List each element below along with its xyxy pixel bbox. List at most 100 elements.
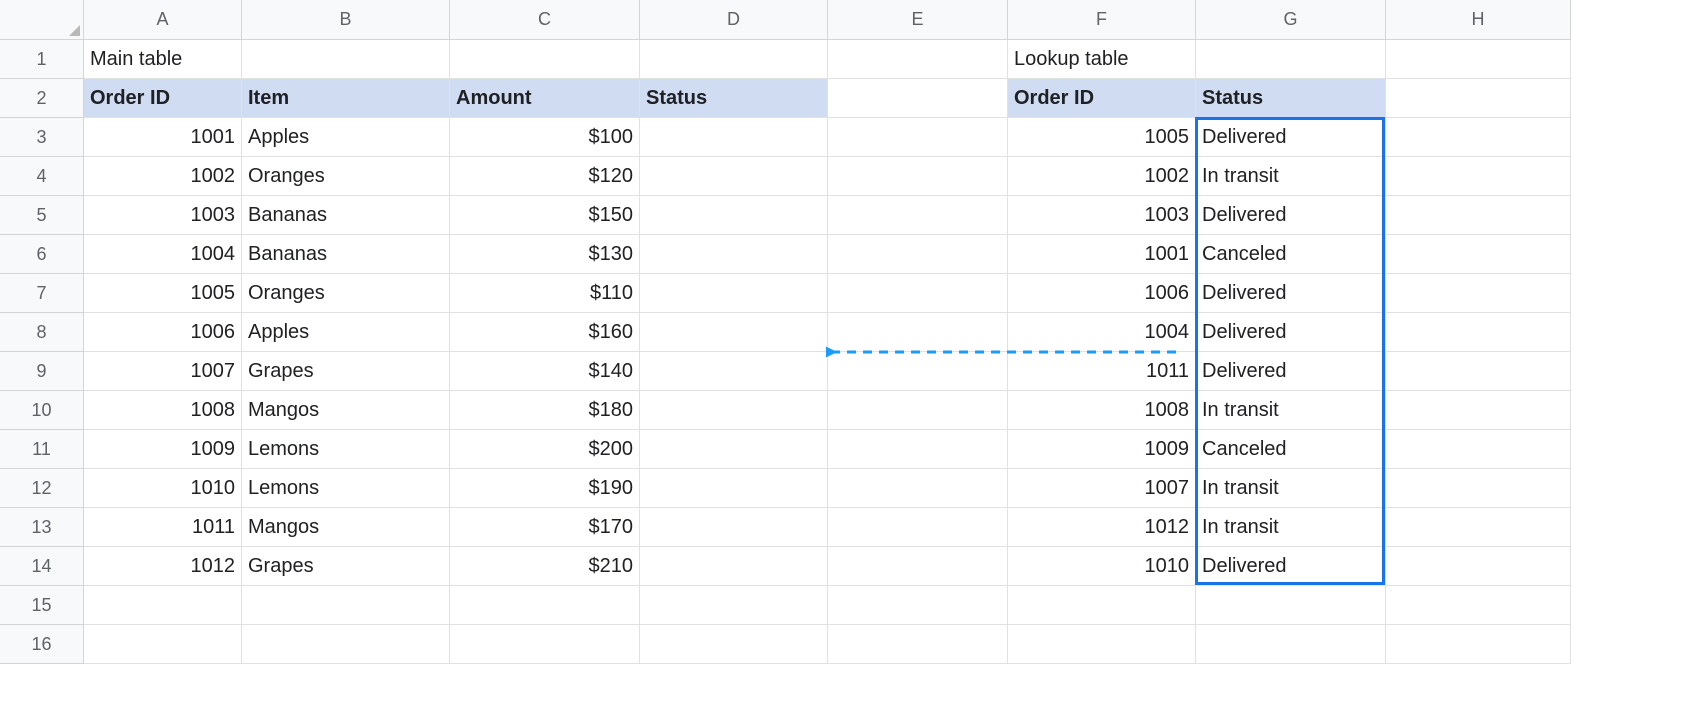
cell-B11[interactable]: Lemons — [242, 430, 450, 469]
cell-A8[interactable]: 1006 — [84, 313, 242, 352]
cell-G6[interactable]: Canceled — [1196, 235, 1386, 274]
cell-D11[interactable] — [640, 430, 828, 469]
cell-H13[interactable] — [1386, 508, 1571, 547]
cell-F16[interactable] — [1008, 625, 1196, 664]
cell-H8[interactable] — [1386, 313, 1571, 352]
cell-F10[interactable]: 1008 — [1008, 391, 1196, 430]
cell-A1[interactable]: Main table — [84, 40, 242, 79]
cell-H1[interactable] — [1386, 40, 1571, 79]
cell-C16[interactable] — [450, 625, 640, 664]
cell-A14[interactable]: 1012 — [84, 547, 242, 586]
row-header-9[interactable]: 9 — [0, 352, 84, 391]
cell-D10[interactable] — [640, 391, 828, 430]
cell-H7[interactable] — [1386, 274, 1571, 313]
cell-H3[interactable] — [1386, 118, 1571, 157]
cell-A3[interactable]: 1001 — [84, 118, 242, 157]
cell-C14[interactable]: $210 — [450, 547, 640, 586]
cell-E11[interactable] — [828, 430, 1008, 469]
cell-H12[interactable] — [1386, 469, 1571, 508]
cell-F1[interactable]: Lookup table — [1008, 40, 1196, 79]
cell-E9[interactable] — [828, 352, 1008, 391]
cell-F11[interactable]: 1009 — [1008, 430, 1196, 469]
cell-F8[interactable]: 1004 — [1008, 313, 1196, 352]
col-header-G[interactable]: G — [1196, 0, 1386, 40]
cell-G10[interactable]: In transit — [1196, 391, 1386, 430]
row-header-15[interactable]: 15 — [0, 586, 84, 625]
select-all-corner[interactable] — [0, 0, 84, 40]
cell-B4[interactable]: Oranges — [242, 157, 450, 196]
cell-D14[interactable] — [640, 547, 828, 586]
cell-B15[interactable] — [242, 586, 450, 625]
cell-D13[interactable] — [640, 508, 828, 547]
cell-A11[interactable]: 1009 — [84, 430, 242, 469]
cell-B12[interactable]: Lemons — [242, 469, 450, 508]
cell-D7[interactable] — [640, 274, 828, 313]
row-header-3[interactable]: 3 — [0, 118, 84, 157]
cell-D15[interactable] — [640, 586, 828, 625]
cell-E13[interactable] — [828, 508, 1008, 547]
cell-C12[interactable]: $190 — [450, 469, 640, 508]
row-header-13[interactable]: 13 — [0, 508, 84, 547]
cell-D8[interactable] — [640, 313, 828, 352]
cell-E7[interactable] — [828, 274, 1008, 313]
cell-C6[interactable]: $130 — [450, 235, 640, 274]
cell-H14[interactable] — [1386, 547, 1571, 586]
cell-B6[interactable]: Bananas — [242, 235, 450, 274]
cell-C2[interactable]: Amount — [450, 79, 640, 118]
cell-C13[interactable]: $170 — [450, 508, 640, 547]
spreadsheet-grid[interactable]: A B C D E F G H 1 Main table Lookup tabl… — [0, 0, 1708, 664]
row-header-16[interactable]: 16 — [0, 625, 84, 664]
row-header-7[interactable]: 7 — [0, 274, 84, 313]
col-header-A[interactable]: A — [84, 0, 242, 40]
cell-G1[interactable] — [1196, 40, 1386, 79]
cell-A16[interactable] — [84, 625, 242, 664]
cell-G9[interactable]: Delivered — [1196, 352, 1386, 391]
cell-E15[interactable] — [828, 586, 1008, 625]
cell-D12[interactable] — [640, 469, 828, 508]
cell-A12[interactable]: 1010 — [84, 469, 242, 508]
cell-E14[interactable] — [828, 547, 1008, 586]
cell-E5[interactable] — [828, 196, 1008, 235]
cell-B9[interactable]: Grapes — [242, 352, 450, 391]
row-header-6[interactable]: 6 — [0, 235, 84, 274]
cell-B2[interactable]: Item — [242, 79, 450, 118]
cell-A15[interactable] — [84, 586, 242, 625]
cell-G5[interactable]: Delivered — [1196, 196, 1386, 235]
cell-A9[interactable]: 1007 — [84, 352, 242, 391]
cell-E8[interactable] — [828, 313, 1008, 352]
row-header-4[interactable]: 4 — [0, 157, 84, 196]
col-header-F[interactable]: F — [1008, 0, 1196, 40]
cell-D6[interactable] — [640, 235, 828, 274]
cell-F13[interactable]: 1012 — [1008, 508, 1196, 547]
cell-F12[interactable]: 1007 — [1008, 469, 1196, 508]
cell-G16[interactable] — [1196, 625, 1386, 664]
cell-G3[interactable]: Delivered — [1196, 118, 1386, 157]
cell-H11[interactable] — [1386, 430, 1571, 469]
cell-E3[interactable] — [828, 118, 1008, 157]
cell-D16[interactable] — [640, 625, 828, 664]
cell-C5[interactable]: $150 — [450, 196, 640, 235]
cell-B3[interactable]: Apples — [242, 118, 450, 157]
cell-H6[interactable] — [1386, 235, 1571, 274]
cell-E10[interactable] — [828, 391, 1008, 430]
cell-F9[interactable]: 1011 — [1008, 352, 1196, 391]
cell-A13[interactable]: 1011 — [84, 508, 242, 547]
cell-H16[interactable] — [1386, 625, 1571, 664]
cell-C8[interactable]: $160 — [450, 313, 640, 352]
cell-D9[interactable] — [640, 352, 828, 391]
cell-F4[interactable]: 1002 — [1008, 157, 1196, 196]
cell-G14[interactable]: Delivered — [1196, 547, 1386, 586]
cell-C1[interactable] — [450, 40, 640, 79]
cell-D4[interactable] — [640, 157, 828, 196]
cell-E6[interactable] — [828, 235, 1008, 274]
cell-G2[interactable]: Status — [1196, 79, 1386, 118]
cell-G7[interactable]: Delivered — [1196, 274, 1386, 313]
cell-F14[interactable]: 1010 — [1008, 547, 1196, 586]
cell-E1[interactable] — [828, 40, 1008, 79]
cell-H5[interactable] — [1386, 196, 1571, 235]
cell-H15[interactable] — [1386, 586, 1571, 625]
cell-B8[interactable]: Apples — [242, 313, 450, 352]
cell-C9[interactable]: $140 — [450, 352, 640, 391]
col-header-C[interactable]: C — [450, 0, 640, 40]
cell-D1[interactable] — [640, 40, 828, 79]
